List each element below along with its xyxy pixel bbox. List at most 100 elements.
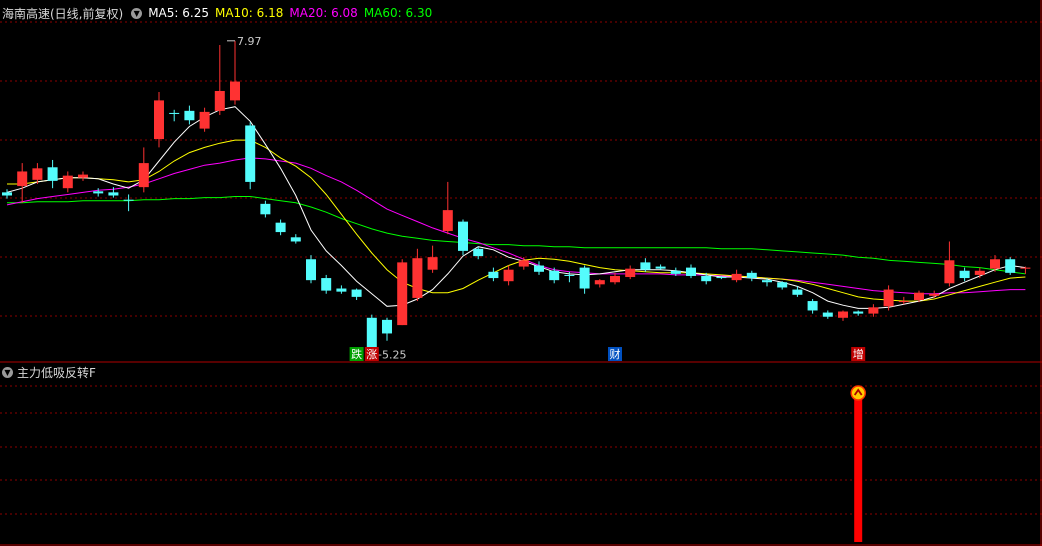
candle: [123, 194, 134, 212]
candle-body: [382, 319, 392, 334]
candle-body: [792, 289, 803, 295]
candle: [822, 310, 833, 319]
candle-body: [610, 275, 620, 283]
candle: [321, 274, 332, 294]
candle: [686, 264, 696, 279]
signal-label: 跌: [351, 347, 362, 361]
candle: [32, 163, 43, 184]
candle: [458, 219, 468, 256]
candle: [397, 259, 408, 326]
candle: [17, 163, 28, 203]
candle-body: [275, 222, 286, 233]
candle-body: [746, 272, 757, 279]
candle-body: [47, 167, 58, 181]
candle: [625, 265, 636, 280]
candle: [214, 44, 225, 116]
candle-body: [306, 259, 316, 281]
candle: [351, 288, 362, 301]
candle: [655, 264, 666, 270]
candle: [78, 171, 88, 181]
candle: [518, 257, 529, 270]
candle-body: [914, 292, 924, 301]
candle: [929, 290, 940, 298]
candle: [154, 92, 164, 148]
candle-body: [716, 277, 727, 279]
signal-badge: 财: [608, 347, 622, 361]
candle-body: [442, 210, 453, 232]
candle-body: [640, 262, 651, 270]
candle-body: [959, 270, 970, 279]
signal-label: 财: [610, 347, 621, 361]
ma10-label: MA10: 6.18: [214, 6, 284, 20]
candle-body: [503, 269, 514, 282]
signal-badge: 增: [851, 347, 866, 361]
candle: [169, 109, 180, 122]
candle: [1020, 266, 1031, 274]
chart-canvas[interactable]: 7.97←5.25跌涨财增: [0, 0, 1042, 546]
candle-body: [762, 280, 772, 283]
candle-body: [214, 90, 225, 111]
stock-title: 海南高速(日线,前复权): [2, 6, 124, 21]
candle: [245, 122, 256, 190]
candle-body: [321, 278, 332, 291]
candle-body: [564, 274, 575, 276]
candle: [807, 298, 818, 314]
signal-label: 涨: [366, 348, 377, 361]
candle-body: [488, 271, 499, 279]
candle-body: [123, 199, 134, 201]
candle: [138, 147, 149, 193]
candle-body: [62, 175, 73, 189]
ma10-line: [7, 139, 1026, 302]
candle-body: [777, 282, 788, 288]
candle-body: [427, 257, 438, 270]
candle: [503, 265, 514, 286]
candle: [974, 267, 985, 279]
candle: [534, 261, 544, 275]
signal-badge: 涨: [364, 347, 379, 361]
candle-body: [701, 275, 712, 282]
ma20-label: MA20: 6.08: [289, 6, 358, 20]
candle: [944, 241, 955, 287]
reversal-up-icon: [850, 385, 866, 401]
candle-body: [32, 168, 43, 180]
candle-body: [290, 237, 301, 242]
main-chart-header: 海南高速(日线,前复权) ▼ MA5: 6.25 MA10: 6.18 MA20…: [2, 5, 438, 21]
candle-body: [625, 268, 636, 278]
candle: [93, 188, 104, 197]
candle-body: [853, 311, 864, 314]
candle-body: [473, 248, 484, 257]
candle: [1005, 257, 1016, 275]
candle-body: [898, 301, 909, 303]
candle: [868, 304, 879, 317]
candle-body: [458, 221, 468, 251]
candle-body: [397, 262, 408, 326]
candle-body: [245, 125, 256, 182]
candle-body: [230, 81, 240, 101]
candle-body: [868, 307, 879, 314]
candle-body: [990, 259, 1000, 269]
candle-body: [1020, 267, 1031, 269]
sub-chart-header: ▼ 主力低吸反转F: [2, 364, 96, 380]
candle-body: [838, 311, 848, 318]
chevron-down-icon[interactable]: ▼: [131, 7, 143, 19]
candle-body: [929, 293, 940, 296]
candle-body: [260, 203, 271, 215]
candle-body: [670, 270, 681, 274]
candle-body: [184, 110, 195, 121]
candle-body: [78, 174, 88, 178]
candle: [336, 285, 347, 294]
candle-body: [138, 163, 149, 188]
candle: [594, 279, 605, 288]
candle-body: [412, 258, 423, 298]
candle-body: [169, 112, 180, 114]
candle: [2, 189, 12, 199]
candle-body: [807, 301, 818, 311]
chevron-down-icon[interactable]: ▼: [2, 366, 13, 378]
candle-body: [579, 267, 590, 289]
candle: [959, 267, 970, 282]
candle-body: [2, 192, 12, 196]
candle-body: [534, 265, 544, 272]
candle: [260, 200, 271, 218]
candle-body: [17, 171, 28, 187]
candle: [488, 267, 499, 282]
